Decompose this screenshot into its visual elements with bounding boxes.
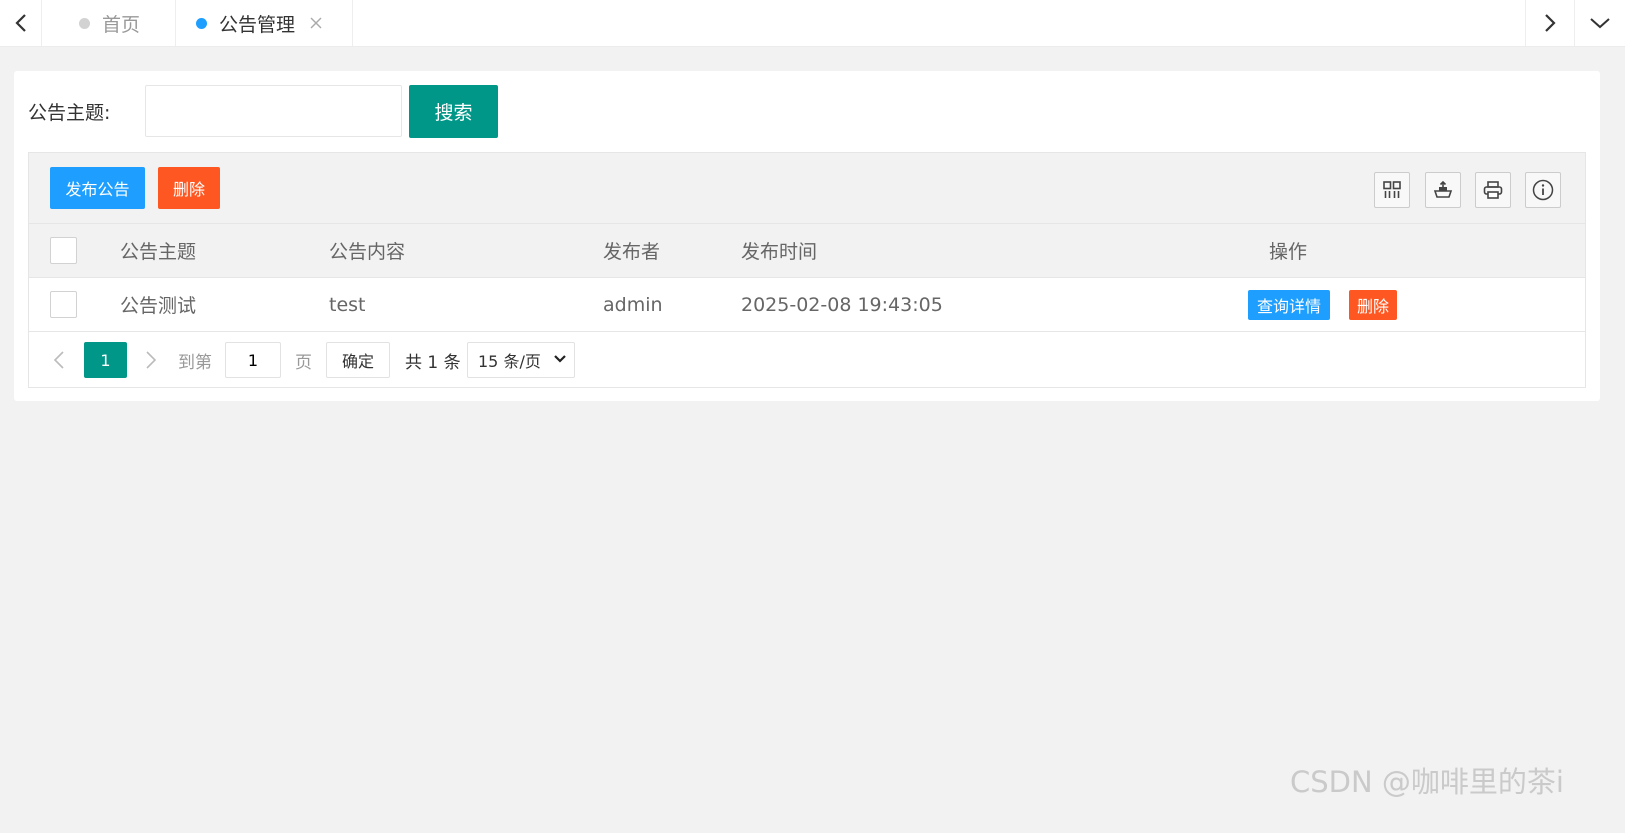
page-size-select[interactable]: 15 条/页 — [467, 342, 575, 378]
chevron-down-icon — [1590, 18, 1610, 29]
tab-scroll-left-button[interactable] — [0, 0, 42, 46]
chevron-left-icon — [14, 14, 26, 32]
tab-notice-management[interactable]: 公告管理 — [176, 0, 353, 46]
header-checkbox-cell — [50, 224, 90, 277]
page-size-value: 15 条/页 — [478, 352, 541, 371]
row-checkbox[interactable] — [50, 291, 77, 318]
tab-home-label: 首页 — [102, 13, 141, 36]
chevron-down-icon — [554, 355, 566, 363]
row-actions: 查询详情 删除 — [1248, 278, 1397, 331]
main-card: 公告主题: 搜索 发布公告 删除 公告主题 公告内容 发布者 发布时间 操作 公… — [14, 71, 1600, 401]
search-label: 公告主题: — [28, 101, 111, 124]
close-icon[interactable] — [310, 17, 322, 29]
print-icon[interactable] — [1475, 172, 1511, 208]
table-header: 公告主题 公告内容 发布者 发布时间 操作 — [29, 224, 1585, 278]
info-icon[interactable] — [1525, 172, 1561, 208]
view-detail-button[interactable]: 查询详情 — [1248, 289, 1330, 320]
batch-delete-button[interactable]: 删除 — [158, 167, 220, 209]
column-header-content[interactable]: 公告内容 — [329, 224, 405, 277]
tab-home[interactable]: 首页 — [42, 0, 176, 46]
export-icon[interactable] — [1425, 172, 1461, 208]
pagination: 1 到第 页 确定 共 1 条 15 条/页 — [29, 332, 1585, 388]
data-table: 发布公告 删除 公告主题 公告内容 发布者 发布时间 操作 公告测试 test … — [28, 152, 1586, 388]
tab-active-dot — [196, 17, 207, 29]
search-input[interactable] — [145, 85, 402, 137]
watermark: CSDN @咖啡里的茶i — [1290, 765, 1564, 799]
column-header-actions: 操作 — [1269, 241, 1308, 263]
table-toolbar: 发布公告 删除 — [29, 153, 1585, 224]
row-checkbox-cell — [50, 278, 90, 331]
tab-notice-label: 公告管理 — [219, 13, 296, 36]
column-header-time[interactable]: 发布时间 — [741, 224, 817, 277]
tab-bar: 首页 公告管理 — [0, 0, 1625, 47]
tab-scroll-right-button[interactable] — [1525, 0, 1574, 46]
page-unit-label: 页 — [295, 352, 312, 373]
chevron-right-icon — [1545, 14, 1556, 32]
total-count: 共 1 条 — [405, 352, 461, 373]
row-author: admin — [603, 293, 663, 316]
row-time: 2025-02-08 19:43:05 — [741, 293, 943, 316]
column-header-author[interactable]: 发布者 — [603, 224, 660, 277]
columns-icon[interactable] — [1374, 172, 1410, 208]
row-content: test — [329, 293, 366, 316]
goto-confirm-button[interactable]: 确定 — [326, 342, 390, 378]
table-row: 公告测试 test admin 2025-02-08 19:43:05 查询详情… — [29, 278, 1585, 332]
prev-page-icon[interactable] — [49, 350, 69, 370]
tab-status-dot — [79, 17, 90, 29]
select-all-checkbox[interactable] — [50, 237, 77, 264]
row-delete-button[interactable]: 删除 — [1349, 289, 1397, 320]
current-page[interactable]: 1 — [84, 342, 127, 378]
search-form: 公告主题: 搜索 — [28, 84, 498, 138]
goto-page-input[interactable] — [225, 342, 281, 378]
row-title: 公告测试 — [120, 295, 197, 317]
publish-notice-button[interactable]: 发布公告 — [50, 167, 145, 209]
goto-label: 到第 — [178, 352, 212, 373]
column-header-title[interactable]: 公告主题 — [120, 224, 196, 277]
tab-menu-button[interactable] — [1574, 0, 1625, 46]
next-page-icon[interactable] — [141, 350, 161, 370]
search-button[interactable]: 搜索 — [409, 84, 498, 138]
